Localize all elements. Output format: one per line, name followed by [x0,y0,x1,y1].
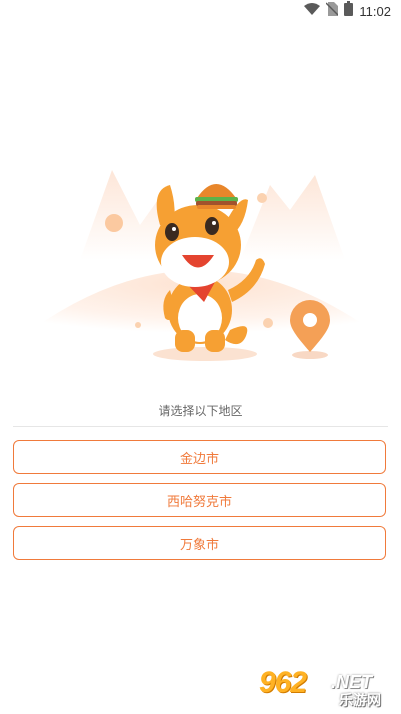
location-pin-icon [290,300,330,359]
region-button-phnom-penh[interactable]: 金边市 [13,440,386,474]
divider [13,426,388,427]
status-icons: 11:02 [304,1,391,21]
region-prompt: 请选择以下地区 [158,404,243,418]
status-time: 11:02 [359,3,391,19]
bubble-decor [263,318,273,328]
wifi-icon [304,2,321,20]
hero-illustration [0,140,401,370]
mountain-right [240,175,345,260]
bubble-decor [135,322,141,328]
mascot-illustration [18,170,385,361]
watermark-number: 962 [259,666,307,699]
bubble-decor [105,214,123,232]
site-watermark: 962 .NET 乐游网 [259,666,397,710]
no-sim-icon [325,1,339,21]
status-bar: 11:02 [0,0,401,22]
region-button-vientiane[interactable]: 万象市 [13,526,386,560]
battery-icon [344,1,354,21]
watermark-site-name: 乐游网 [339,693,381,709]
burger-hat-icon [195,184,238,209]
bubble-decor [257,193,267,203]
region-button-sihanoukville[interactable]: 西哈努克市 [13,483,386,517]
